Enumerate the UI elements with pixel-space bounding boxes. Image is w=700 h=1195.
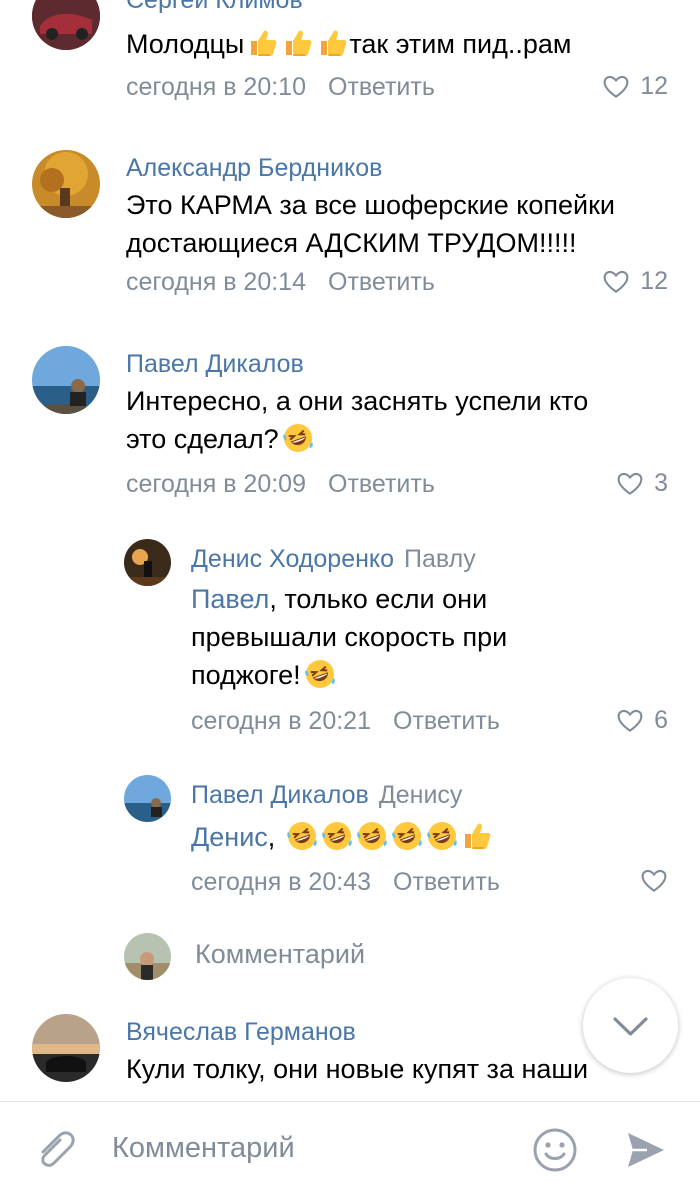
comment-text: Денис, xyxy=(191,818,493,856)
like-button[interactable]: 3 xyxy=(616,469,668,498)
author-name[interactable]: Павел Дикалов xyxy=(191,781,369,809)
comment-author[interactable]: Сергей Климов xyxy=(126,0,303,15)
comment-author: Денис Ходоренко Павлу xyxy=(191,545,476,574)
like-count: 6 xyxy=(654,706,668,734)
comment-input-bar: Комментарий xyxy=(0,1101,700,1195)
comment-3: Павел Дикалов Интересно, а они заснять у… xyxy=(0,336,700,516)
comment-text: Это КАРМА за все шоферские копейки доста… xyxy=(126,190,615,258)
reply-to-label[interactable]: Денису xyxy=(379,781,463,809)
comment-meta: сегодня в 20:14 Ответить xyxy=(126,268,435,297)
comment-time: сегодня в 20:10 xyxy=(126,73,306,101)
comment-meta: сегодня в 20:10 Ответить xyxy=(126,73,435,102)
reply-button[interactable]: Ответить xyxy=(328,73,435,101)
reply-comment-1: Денис Ходоренко Павлу Павел, только если … xyxy=(0,536,700,746)
comment-text: Павел, только если они превышали скорост… xyxy=(191,584,508,690)
thread-reply-input[interactable]: Комментарий xyxy=(0,930,700,980)
chevron-down-icon xyxy=(613,1017,648,1036)
comment-time: сегодня в 20:21 xyxy=(191,707,371,735)
like-button[interactable] xyxy=(640,867,668,895)
reply-button[interactable]: Ответить xyxy=(393,707,500,735)
comment-author[interactable]: Александр Бердников xyxy=(126,154,382,183)
rofl-emoji-icon xyxy=(426,820,458,852)
heart-icon xyxy=(602,268,630,296)
like-button[interactable]: 12 xyxy=(602,267,668,296)
comment-author[interactable]: Павел Дикалов xyxy=(126,350,304,379)
comment-meta: сегодня в 20:43 Ответить xyxy=(191,868,500,897)
rofl-emoji-icon xyxy=(286,820,318,852)
heart-icon xyxy=(602,73,630,101)
comment-author[interactable]: Вячеслав Германов xyxy=(126,1018,356,1047)
avatar[interactable] xyxy=(32,346,100,414)
send-icon[interactable] xyxy=(620,1125,670,1175)
avatar[interactable] xyxy=(124,539,171,586)
smile-icon[interactable] xyxy=(530,1125,580,1175)
heart-icon xyxy=(616,470,644,498)
heart-icon xyxy=(616,707,644,735)
avatar[interactable] xyxy=(32,150,100,218)
paperclip-icon[interactable] xyxy=(32,1128,76,1172)
comment-input-placeholder[interactable]: Комментарий xyxy=(112,1132,295,1165)
thumbs-up-icon xyxy=(461,820,493,852)
thumbs-up-icon xyxy=(247,27,279,59)
thumbs-up-icon xyxy=(317,27,349,59)
mention-link[interactable]: Павел xyxy=(191,584,269,614)
like-count: 12 xyxy=(640,267,668,295)
comment-time: сегодня в 20:09 xyxy=(126,470,306,498)
comment-time: сегодня в 20:43 xyxy=(191,868,371,896)
comment-author: Павел Дикалов Денису xyxy=(191,781,462,810)
rofl-emoji-icon xyxy=(304,658,336,690)
scroll-down-button[interactable] xyxy=(583,978,678,1073)
rofl-emoji-icon xyxy=(356,820,388,852)
reply-comment-2: Павел Дикалов Денису Денис, сегодня в 20:… xyxy=(0,772,700,902)
comment-text: Кули толку, они новые купят за наши же д… xyxy=(126,1054,589,1101)
comment-text: Молодцы так этим пид..рам xyxy=(126,27,572,59)
my-avatar xyxy=(124,933,171,980)
comment-meta: сегодня в 20:09 Ответить xyxy=(126,470,435,499)
comment-text: Интересно, а они заснять успели кто это … xyxy=(126,386,589,454)
author-name[interactable]: Денис Ходоренко xyxy=(191,545,394,573)
like-count: 12 xyxy=(640,72,668,100)
reply-button[interactable]: Ответить xyxy=(328,470,435,498)
comment-time: сегодня в 20:14 xyxy=(126,268,306,296)
comments-page: Сергей Климов Молодцы так этим пид..рам с… xyxy=(0,0,700,1195)
reply-button[interactable]: Ответить xyxy=(393,868,500,896)
like-button[interactable]: 12 xyxy=(602,72,668,101)
reply-button[interactable]: Ответить xyxy=(328,268,435,296)
avatar[interactable] xyxy=(124,775,171,822)
like-count: 3 xyxy=(654,469,668,497)
comment-1: Сергей Климов Молодцы так этим пид..рам с… xyxy=(0,0,700,120)
reply-to-label[interactable]: Павлу xyxy=(404,545,476,573)
avatar[interactable] xyxy=(32,1014,100,1082)
thread-reply-placeholder: Комментарий xyxy=(195,939,366,969)
avatar[interactable] xyxy=(32,0,100,50)
rofl-emoji-icon xyxy=(282,422,314,454)
comment-meta: сегодня в 20:21 Ответить xyxy=(191,707,500,736)
rofl-emoji-icon xyxy=(391,820,423,852)
comment-2: Александр Бердников Это КАРМА за все шоф… xyxy=(0,140,700,310)
mention-link[interactable]: Денис xyxy=(191,822,268,852)
like-button[interactable]: 6 xyxy=(616,706,668,735)
heart-icon xyxy=(640,867,668,895)
rofl-emoji-icon xyxy=(321,820,353,852)
thumbs-up-icon xyxy=(282,27,314,59)
